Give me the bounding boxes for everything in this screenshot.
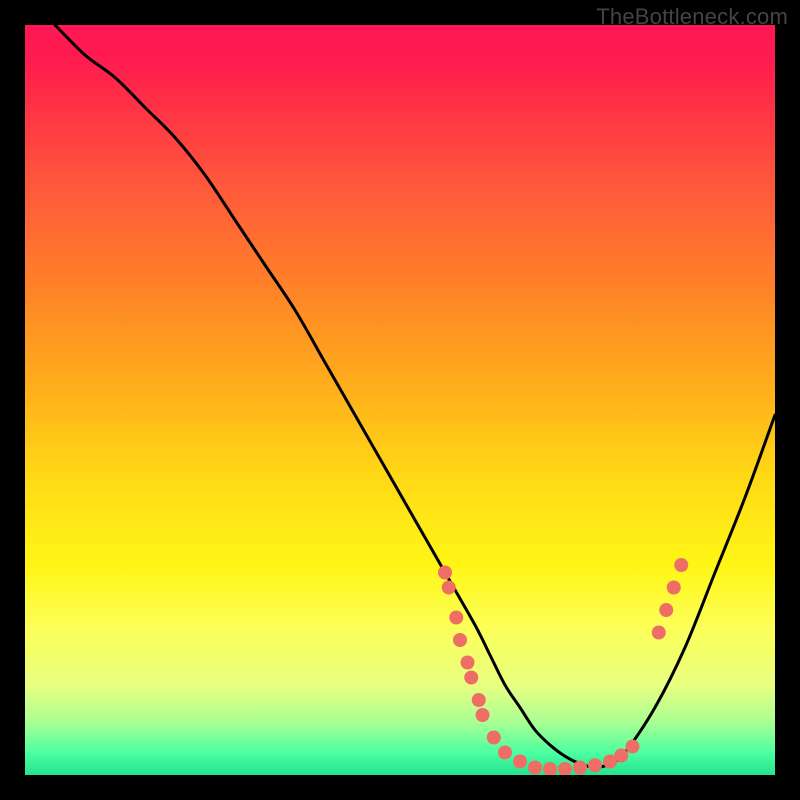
data-point	[487, 731, 501, 745]
data-point	[659, 603, 673, 617]
data-point	[674, 558, 688, 572]
data-point	[573, 761, 587, 775]
scatter-points-group	[438, 558, 688, 775]
data-point	[513, 755, 527, 769]
data-point	[652, 626, 666, 640]
data-point	[438, 566, 452, 580]
data-point	[543, 762, 557, 775]
chart-svg	[25, 25, 775, 775]
chart-plot-area	[25, 25, 775, 775]
data-point	[626, 740, 640, 754]
data-point	[464, 671, 478, 685]
data-point	[588, 758, 602, 772]
data-point	[667, 581, 681, 595]
data-point	[449, 611, 463, 625]
bottleneck-curve	[55, 25, 775, 768]
data-point	[461, 656, 475, 670]
data-point	[476, 708, 490, 722]
data-point	[528, 761, 542, 775]
data-point	[498, 746, 512, 760]
data-point	[558, 762, 572, 775]
data-point	[453, 633, 467, 647]
data-point	[442, 581, 456, 595]
watermark-text: TheBottleneck.com	[596, 4, 788, 30]
data-point	[472, 693, 486, 707]
data-point	[614, 749, 628, 763]
